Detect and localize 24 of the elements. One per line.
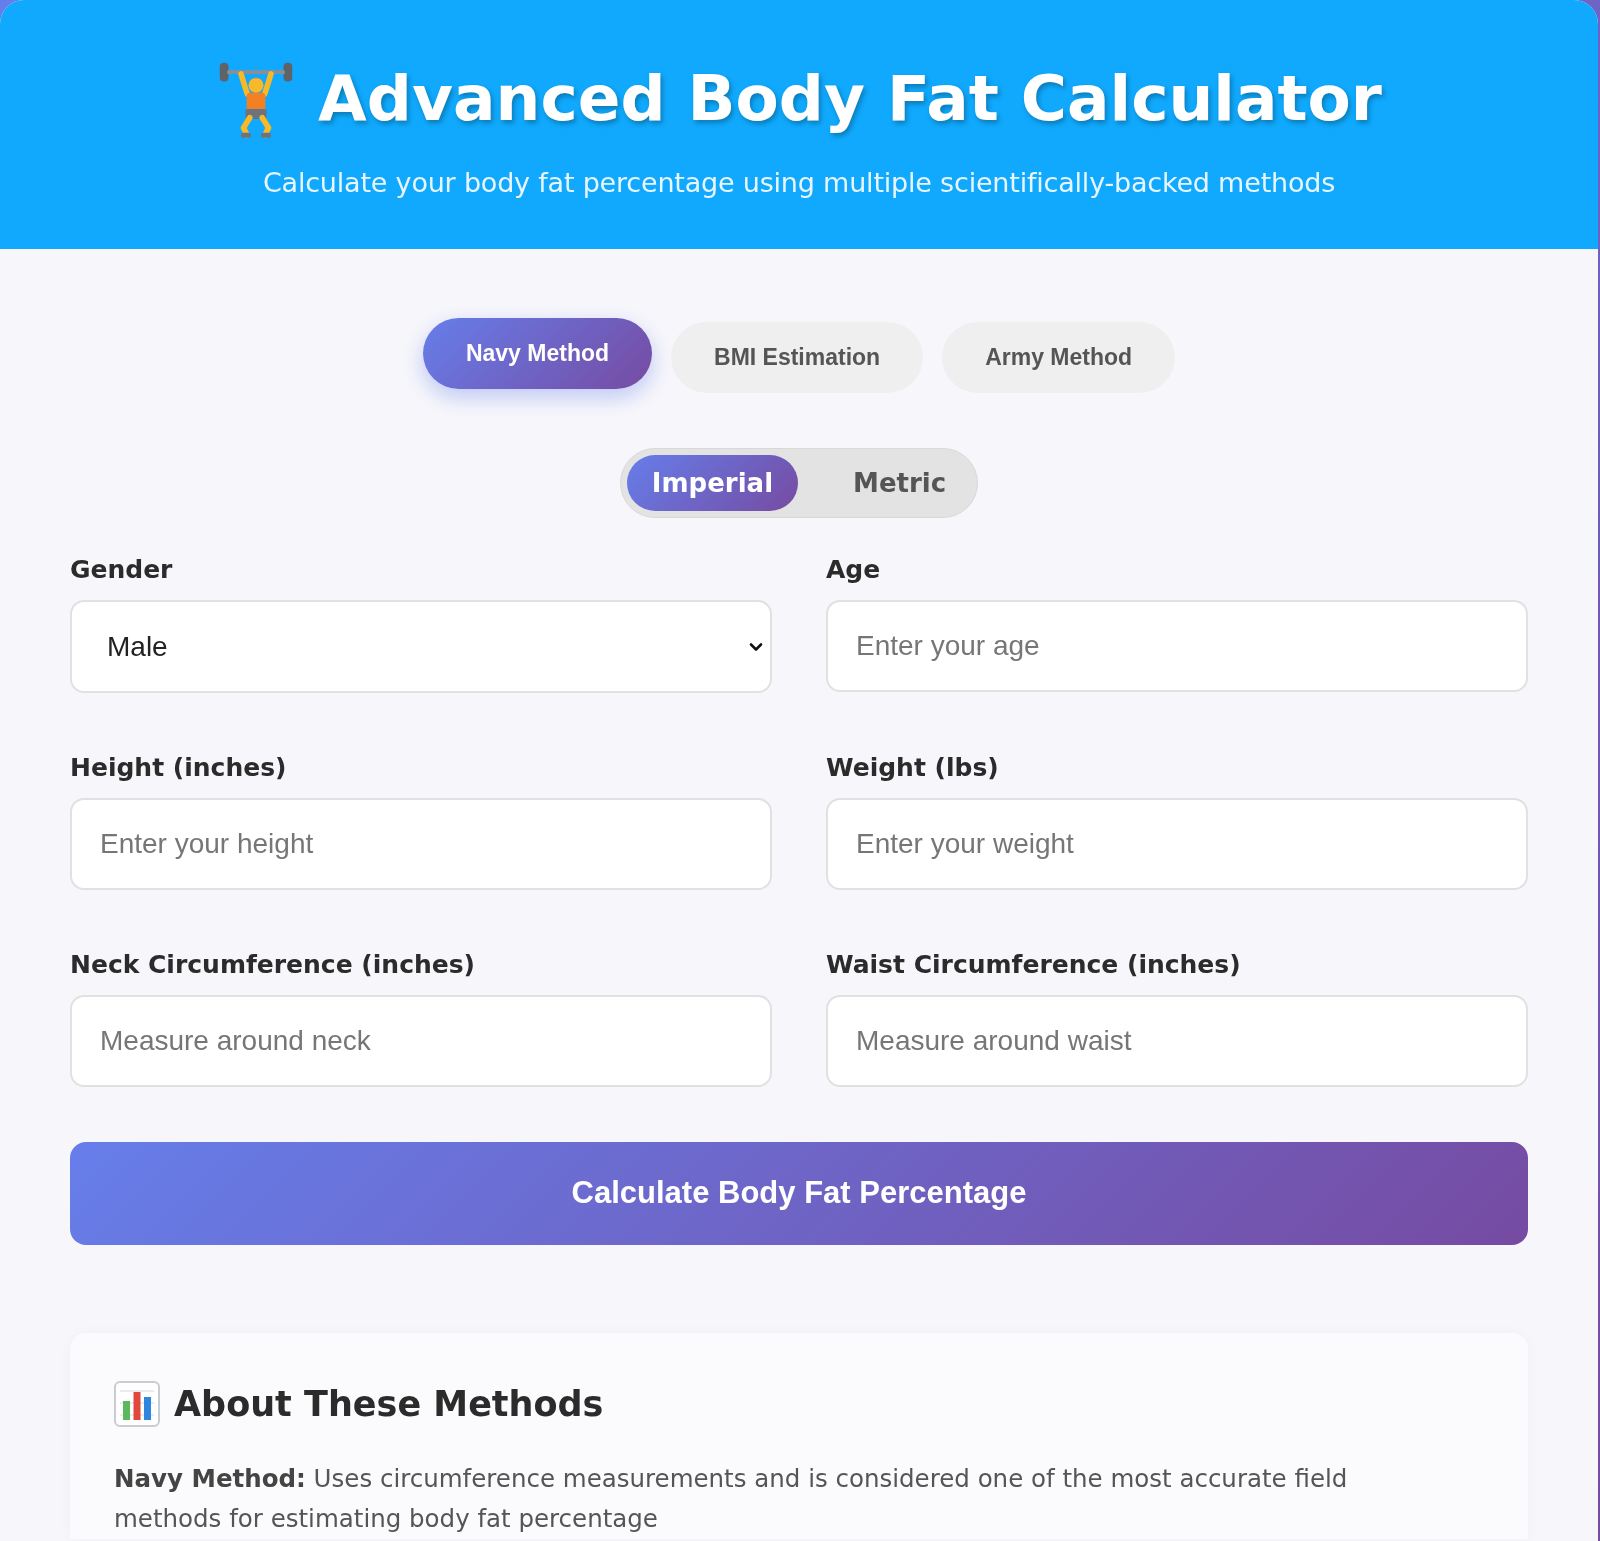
method-tab[interactable]: BMI Estimation [671,322,924,393]
page-subtitle: Calculate your body fat percentage using multiple scientifically-backed methods [262,167,1336,199]
text-input[interactable]: Measure around waist [826,995,1528,1087]
text-input[interactable]: Enter your weight [826,798,1528,890]
calculate-button[interactable]: Calculate Body Fat Percentage [70,1142,1528,1245]
field-label: Gender [70,555,173,585]
method-tab[interactable]: Army Method [942,322,1176,393]
dropdown-select[interactable]: Male [70,600,772,693]
page-title: Advanced Body Fat Calculator [318,61,1382,137]
field-label: Weight (lbs) [826,753,999,783]
field-label: Height (inches) [70,753,287,783]
chevron-down-icon [749,642,763,651]
text-input[interactable]: Enter your age [826,600,1528,692]
method-tab[interactable]: Navy Method [422,318,653,389]
unit-option[interactable]: Imperial [626,455,799,511]
method-description: Navy Method: Uses circumference measurements and is considered one of the most accurate field methods for estimating body fat percentage [114,1463,1349,1535]
unit-option[interactable]: Metric [828,455,972,511]
field-label: Neck Circumference (inches) [70,950,475,980]
field-label: Age [826,555,881,585]
bar-chart-icon [114,1381,160,1427]
field-label: Waist Circumference (inches) [826,950,1241,980]
text-input[interactable]: Measure around neck [70,995,772,1087]
section-heading: About These Methods [174,1383,604,1425]
text-input[interactable]: Enter your height [70,798,772,890]
